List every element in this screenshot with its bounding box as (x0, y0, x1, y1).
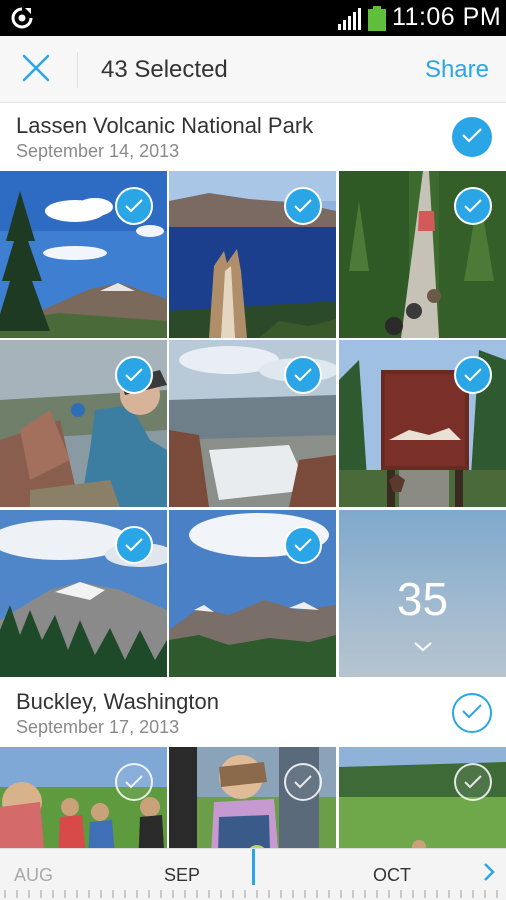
photo-select-checkbox[interactable] (284, 763, 322, 801)
photo-select-checkbox[interactable] (284, 187, 322, 225)
chevron-down-icon (413, 640, 433, 652)
section-header-buckley: Buckley, Washington September 17, 2013 (0, 679, 506, 747)
photo-tile[interactable] (339, 747, 506, 848)
close-selection-button[interactable] (14, 48, 58, 92)
check-icon (464, 199, 482, 213)
check-icon (464, 368, 482, 382)
photo-select-checkbox[interactable] (115, 763, 153, 801)
battery-icon (368, 6, 386, 31)
chevron-right-icon[interactable] (482, 861, 496, 883)
share-button[interactable]: Share (425, 56, 489, 84)
action-bar-divider (77, 52, 78, 88)
check-icon (125, 368, 143, 382)
check-icon (125, 538, 143, 552)
sync-icon (10, 6, 34, 30)
photo-tile[interactable] (169, 747, 336, 848)
photo-select-checkbox[interactable] (454, 187, 492, 225)
signal-icon (338, 8, 362, 30)
check-icon (294, 199, 312, 213)
photo-tile[interactable] (169, 510, 336, 677)
action-bar: 43 Selected Share (0, 36, 506, 103)
photo-tile[interactable] (339, 171, 506, 338)
timeline-month-oct[interactable]: OCT (373, 865, 411, 886)
check-icon (461, 126, 483, 149)
timeline-month-aug[interactable]: AUG (14, 865, 53, 886)
status-bar: 11:06 PM (0, 0, 506, 36)
more-photos-tile[interactable]: 35 (339, 510, 506, 677)
select-all-checkbox[interactable] (452, 693, 492, 733)
photo-select-checkbox[interactable] (284, 356, 322, 394)
clock-time: 11:06 PM (392, 3, 502, 31)
check-icon (125, 199, 143, 213)
photo-select-checkbox[interactable] (454, 763, 492, 801)
timeline-ticks (4, 890, 502, 898)
check-icon (294, 538, 312, 552)
close-icon[interactable] (21, 53, 51, 88)
photo-tile[interactable] (169, 340, 336, 507)
photo-tile[interactable] (0, 510, 167, 677)
timeline-scrubber[interactable]: AUG SEP OCT (0, 848, 506, 900)
section-title: Buckley, Washington (16, 689, 219, 714)
photo-tile[interactable] (0, 171, 167, 338)
photo-select-checkbox[interactable] (115, 356, 153, 394)
more-photos-count: 35 (396, 573, 449, 625)
check-icon (294, 775, 312, 789)
photo-tile[interactable] (169, 171, 336, 338)
photo-select-checkbox[interactable] (454, 356, 492, 394)
section-title: Lassen Volcanic National Park (16, 113, 314, 138)
photo-tile[interactable] (339, 340, 506, 507)
section-header-lassen: Lassen Volcanic National Park September … (0, 103, 506, 171)
timeline-position-marker[interactable] (252, 849, 255, 885)
check-icon (461, 702, 483, 725)
photo-tile[interactable] (0, 340, 167, 507)
check-icon (294, 368, 312, 382)
check-icon (125, 775, 143, 789)
timeline-month-sep[interactable]: SEP (164, 865, 200, 886)
selected-count-title: 43 Selected (101, 56, 228, 83)
check-icon (464, 775, 482, 789)
photo-tile[interactable] (0, 747, 167, 848)
photo-select-checkbox[interactable] (115, 187, 153, 225)
photo-select-checkbox[interactable] (284, 526, 322, 564)
section-date: September 17, 2013 (16, 717, 180, 737)
section-date: September 14, 2013 (16, 141, 180, 161)
select-all-checkbox[interactable] (452, 117, 492, 157)
photo-select-checkbox[interactable] (115, 526, 153, 564)
